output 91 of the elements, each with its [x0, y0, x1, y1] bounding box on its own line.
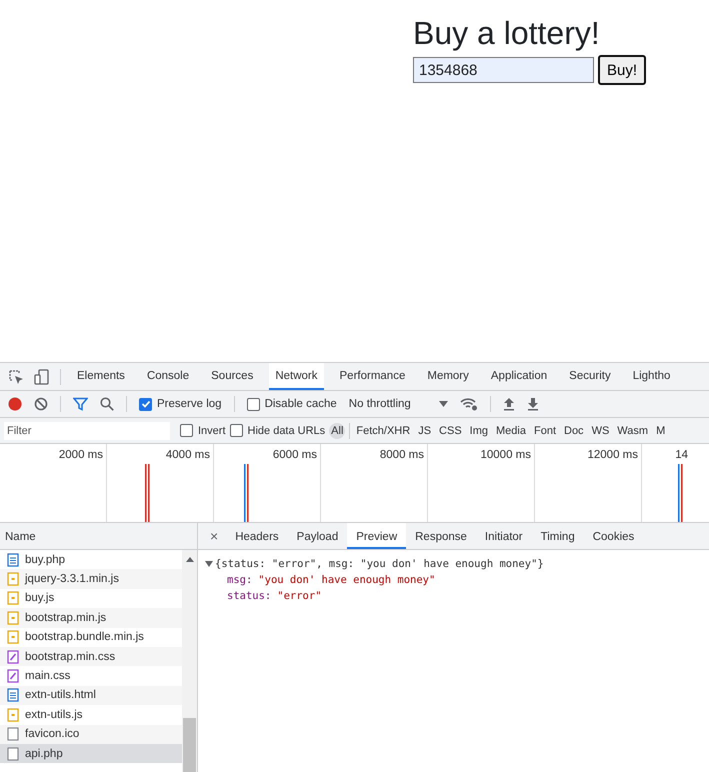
upload-icon[interactable] — [502, 397, 515, 411]
number-input[interactable]: 1354868 — [413, 57, 594, 83]
download-icon[interactable] — [526, 397, 539, 411]
checkbox[interactable] — [246, 398, 260, 410]
checkbox[interactable] — [139, 398, 152, 410]
detail-tab[interactable]: Headers — [226, 523, 288, 549]
checkmark-icon — [140, 399, 150, 409]
expanded-triangle-icon[interactable] — [205, 560, 213, 568]
script-file-icon — [7, 630, 19, 644]
json-summary: {status: "error", msg: "you don' have enough money"} — [215, 557, 544, 572]
column-header[interactable]: Name — [0, 523, 197, 550]
script-file-icon — [7, 572, 19, 586]
time-tick: 8000 ms — [380, 448, 425, 461]
load-markers-icon — [244, 464, 249, 522]
checkbox-label: Hide data URLs — [248, 424, 326, 436]
document-icon — [7, 552, 19, 567]
request-row[interactable]: favicon.ico — [0, 724, 182, 744]
buy-button[interactable]: Buy! — [598, 55, 646, 85]
request-row[interactable]: jquery-3.3.1.min.js — [0, 569, 182, 589]
detail-tab[interactable]: Response — [406, 523, 476, 549]
type-filter[interactable]: CSS — [437, 422, 464, 438]
checkbox[interactable] — [230, 424, 243, 437]
time-tick: 4000 ms — [166, 448, 211, 461]
panel-tab[interactable]: Lightho — [626, 363, 676, 390]
json-value: "error" — [277, 589, 322, 604]
close-button[interactable]: × — [202, 528, 226, 544]
checkbox[interactable] — [180, 424, 193, 437]
stylesheet-icon — [7, 669, 19, 684]
file-icon — [7, 727, 19, 742]
type-filter[interactable]: Media — [494, 422, 528, 438]
type-filter[interactable]: All — [329, 422, 346, 438]
record-icon[interactable] — [8, 397, 22, 411]
detail-tab[interactable]: Preview — [347, 523, 406, 549]
detail-tab[interactable]: Cookies — [584, 523, 644, 549]
type-filter[interactable]: Fetch/XHR — [354, 422, 412, 438]
time-tick: 12000 ms — [587, 448, 639, 461]
panel-tab[interactable]: Sources — [205, 363, 260, 390]
file-icon — [7, 746, 19, 761]
scroll-up-icon — [186, 557, 194, 562]
inspect-icon[interactable] — [8, 368, 24, 384]
type-filter[interactable]: Wasm — [615, 422, 650, 438]
detail-tab[interactable]: Initiator — [476, 523, 532, 549]
request-row[interactable]: extn-utils.html — [0, 686, 182, 706]
time-tick: 2000 ms — [58, 448, 104, 461]
device-toggle-icon[interactable] — [34, 368, 50, 384]
request-row[interactable]: bootstrap.bundle.min.js — [0, 628, 182, 647]
throttling-dropdown[interactable]: No throttling — [348, 398, 448, 410]
panel-tab[interactable]: Security — [563, 363, 617, 390]
network-conditions-icon[interactable] — [460, 397, 478, 411]
panel-tab[interactable]: Performance — [334, 363, 412, 390]
type-filter[interactable]: JS — [416, 422, 434, 438]
scrollbar-thumb[interactable] — [183, 718, 196, 772]
clear-icon[interactable] — [34, 397, 48, 411]
filter-icon[interactable] — [73, 397, 88, 411]
json-key: status: — [227, 588, 272, 604]
panel-tab[interactable]: Console — [140, 363, 196, 390]
script-file-icon — [7, 591, 19, 606]
panel-tab[interactable]: Memory — [421, 363, 475, 390]
panel-tab[interactable]: Network — [269, 363, 324, 390]
stylesheet-icon — [7, 650, 19, 664]
checkbox-label: Disable cache — [264, 398, 337, 410]
dropdown-arrow-icon — [438, 401, 448, 407]
search-icon[interactable] — [100, 397, 114, 411]
time-tick: 14 — [675, 448, 689, 461]
load-markers-icon — [678, 464, 683, 522]
json-value: "you don' have enough money" — [258, 573, 436, 588]
request-row[interactable]: bootstrap.min.css — [0, 646, 182, 666]
checkbox-label: Invert — [198, 424, 226, 436]
detail-tab[interactable]: Timing — [532, 523, 584, 549]
type-filter[interactable]: Font — [532, 422, 558, 438]
detail-tab[interactable]: Payload — [288, 523, 348, 549]
script-file-icon — [7, 610, 19, 625]
request-row[interactable]: bootstrap.min.js — [0, 608, 182, 628]
load-markers-icon — [145, 464, 150, 522]
document-icon — [7, 688, 19, 702]
checkbox-label: Preserve log — [157, 398, 222, 410]
time-tick: 10000 ms — [480, 448, 532, 461]
type-filter[interactable]: WS — [590, 422, 612, 438]
type-filter[interactable]: Doc — [562, 422, 586, 438]
json-key: msg: — [227, 572, 252, 588]
type-filter[interactable]: Img — [468, 422, 490, 438]
panel-tab[interactable]: Application — [484, 363, 554, 390]
page-heading: Buy a lottery! — [413, 14, 601, 52]
scrollbar[interactable] — [182, 550, 197, 772]
request-row[interactable]: buy.php — [0, 550, 182, 570]
filter-input[interactable]: Filter — [4, 422, 170, 440]
request-row[interactable]: api.php — [0, 744, 182, 764]
panel-tab[interactable]: Elements — [71, 363, 131, 390]
time-tick: 6000 ms — [272, 448, 318, 461]
script-file-icon — [7, 708, 19, 722]
type-filter[interactable]: M — [654, 422, 668, 438]
